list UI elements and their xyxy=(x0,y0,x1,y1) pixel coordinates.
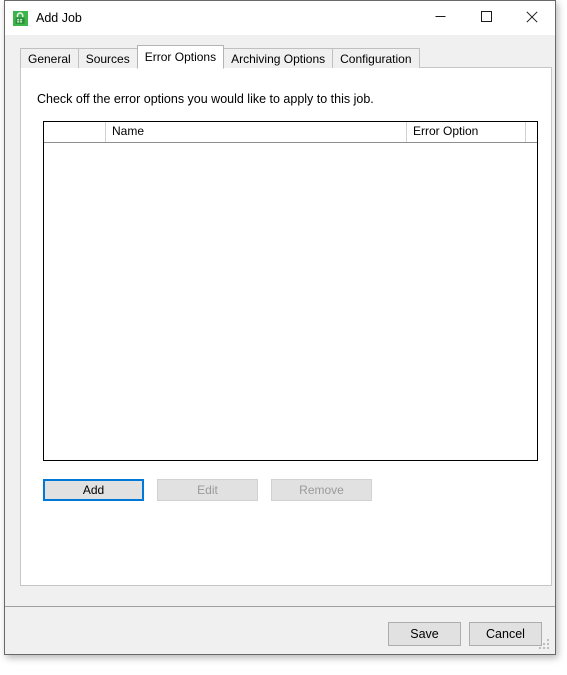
tab-general[interactable]: General xyxy=(20,48,79,68)
tab-panel-error-options: Check off the error options you would li… xyxy=(20,67,552,586)
grid-body-empty[interactable] xyxy=(44,143,537,460)
minimize-button[interactable] xyxy=(417,1,463,32)
tab-error-options[interactable]: Error Options xyxy=(136,45,225,69)
resize-grip[interactable] xyxy=(539,639,551,651)
maximize-button[interactable] xyxy=(463,1,509,32)
save-button[interactable]: Save xyxy=(388,622,461,646)
add-button[interactable]: Add xyxy=(43,479,144,501)
grid-column-header-name[interactable]: Name xyxy=(106,122,407,142)
cancel-button[interactable]: Cancel xyxy=(469,622,542,646)
remove-button: Remove xyxy=(271,479,372,501)
edit-button: Edit xyxy=(157,479,258,501)
green-lock-app-icon xyxy=(12,10,29,27)
tab-configuration[interactable]: Configuration xyxy=(332,48,420,68)
dialog-footer: Save Cancel xyxy=(5,607,555,654)
tab-archiving-options[interactable]: Archiving Options xyxy=(223,48,334,68)
minimize-icon xyxy=(435,11,446,22)
grid-column-header-error-option[interactable]: Error Option xyxy=(407,122,526,142)
maximize-icon xyxy=(480,11,492,22)
tab-sources[interactable]: Sources xyxy=(77,48,138,68)
instruction-text: Check off the error options you would li… xyxy=(37,92,374,106)
grid-column-header-filler[interactable] xyxy=(526,122,537,142)
grid-header-row: Name Error Option xyxy=(44,122,537,143)
grid-column-header-check[interactable] xyxy=(44,122,106,142)
close-button[interactable] xyxy=(509,1,555,32)
title-bar[interactable]: Add Job xyxy=(5,1,555,35)
close-icon xyxy=(526,10,538,23)
window-title: Add Job xyxy=(36,11,82,25)
error-options-grid[interactable]: Name Error Option xyxy=(43,121,538,461)
tab-strip: General Sources Error Options Archiving … xyxy=(20,45,420,69)
add-job-dialog: Add Job General Sources Error Options Ar… xyxy=(4,0,556,655)
